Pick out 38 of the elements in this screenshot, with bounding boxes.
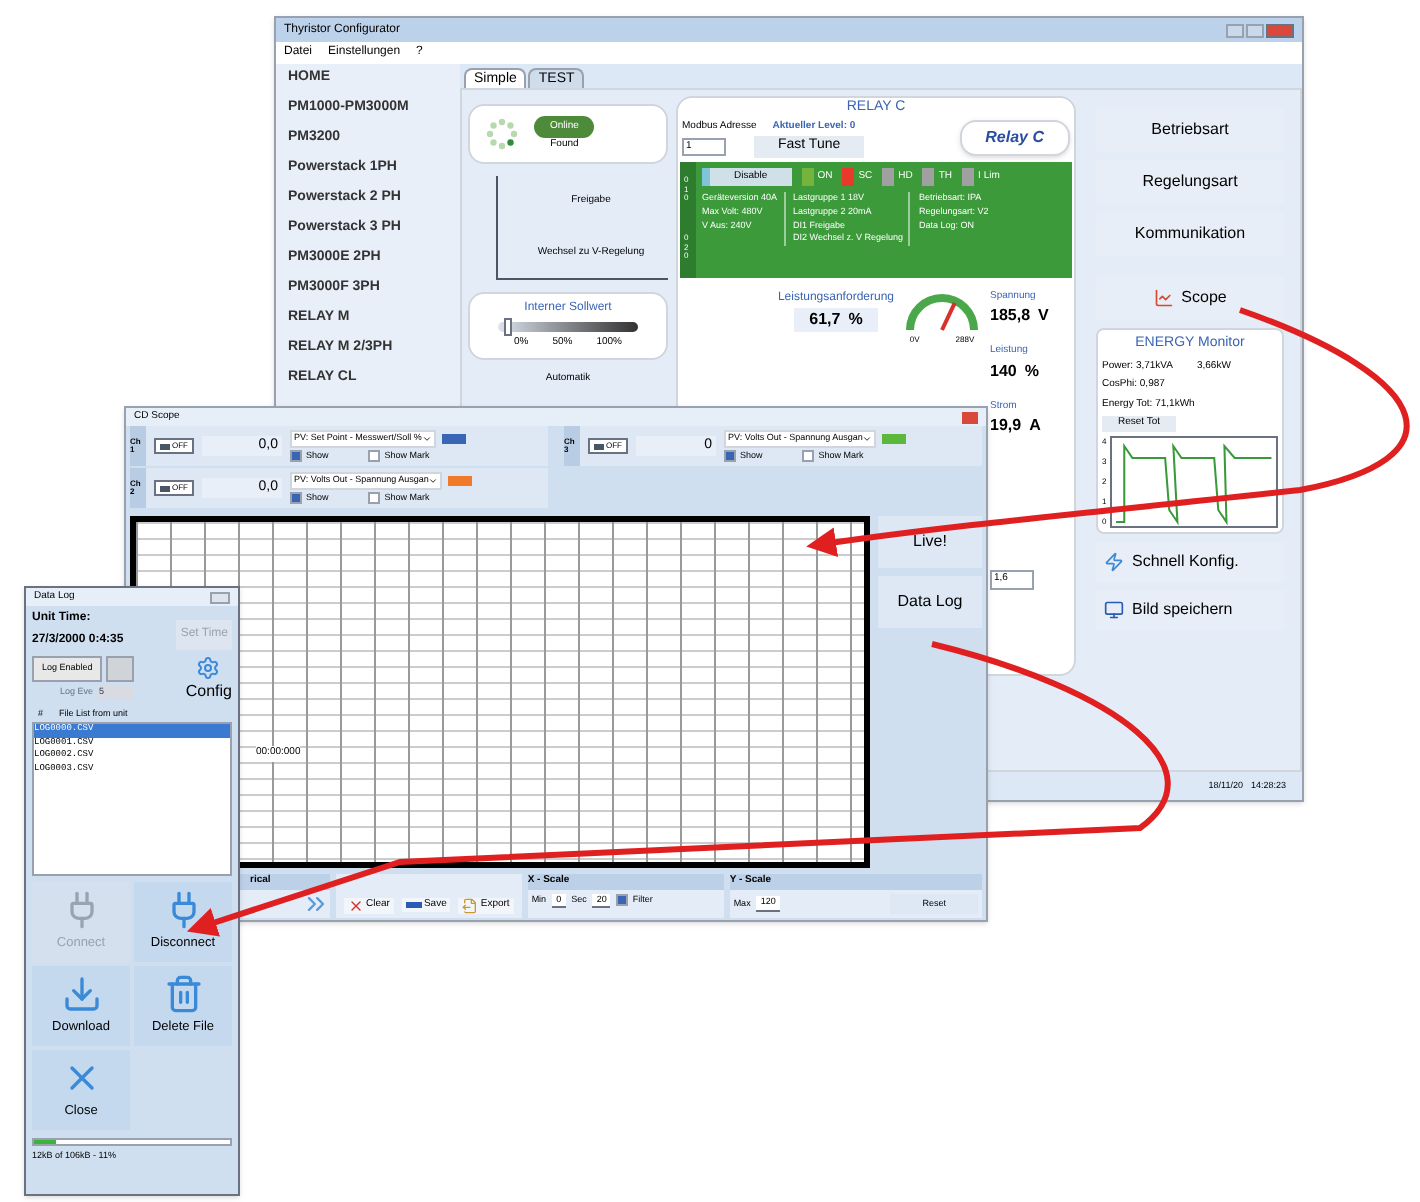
trash-icon: [163, 973, 203, 1014]
slider-thumb[interactable]: [503, 318, 512, 336]
close-icon: [348, 897, 364, 914]
reading-unit: A: [1029, 414, 1041, 438]
download-icon: [61, 973, 101, 1014]
side-button[interactable]: Data Log: [878, 576, 982, 628]
monitor-icon: [1104, 599, 1124, 619]
reading-value: 185,8: [990, 304, 1031, 328]
maximize-button[interactable]: [1246, 23, 1264, 37]
checkbox[interactable]: [290, 491, 302, 504]
checkbox[interactable]: [290, 449, 302, 462]
reading-unit: %: [1024, 359, 1039, 383]
caret-icon: [428, 475, 439, 486]
close-button[interactable]: [1266, 23, 1294, 37]
export-icon: [462, 897, 479, 914]
loading-icon: [486, 118, 518, 150]
config-label: Config: [185, 680, 232, 704]
reading-value: 19,9: [990, 414, 1022, 438]
toggle-box[interactable]: [106, 656, 135, 682]
checkbox[interactable]: [368, 491, 381, 504]
checkbox[interactable]: [802, 449, 815, 462]
reading-value: 140: [990, 359, 1017, 383]
chart-icon: [1153, 288, 1174, 308]
bolt-icon: [1104, 551, 1124, 571]
demand-unit: %: [848, 307, 863, 331]
checkbox[interactable]: [724, 449, 736, 462]
demand-value: 61,7: [809, 307, 841, 331]
reading-unit: V: [1038, 304, 1049, 328]
checkbox[interactable]: [368, 449, 381, 462]
settings-icon: [196, 656, 221, 680]
checkbox[interactable]: [616, 894, 629, 907]
minimize-button[interactable]: [1226, 23, 1244, 37]
relay-logo: Relay C: [959, 119, 1070, 155]
caret-icon: [862, 433, 873, 444]
caret-icon: [421, 433, 432, 444]
close-button[interactable]: [210, 591, 230, 603]
close-button[interactable]: [962, 411, 978, 423]
save-icon: [405, 902, 422, 909]
